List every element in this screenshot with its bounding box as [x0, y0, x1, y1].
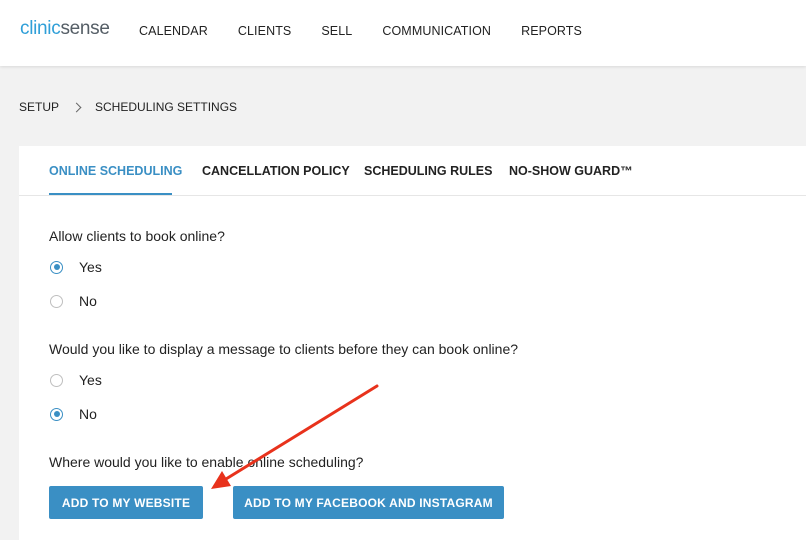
- clinicsense-logo[interactable]: clinicsense: [20, 18, 110, 40]
- tab-scheduling-rules[interactable]: SCHEDULING RULES: [364, 164, 492, 178]
- breadcrumb-setup[interactable]: SETUP: [19, 100, 59, 114]
- radio-label-no: No: [79, 406, 97, 422]
- logo-text-clinic: clinic: [20, 18, 61, 39]
- radio-display-message-no[interactable]: No: [50, 406, 97, 422]
- tab-cancellation-policy[interactable]: CANCELLATION POLICY: [202, 164, 350, 178]
- radio-selected-icon[interactable]: [50, 407, 63, 421]
- question-display-message: Would you like to display a message to c…: [49, 341, 519, 357]
- question-enable-where: Where would you like to enable online sc…: [49, 454, 364, 470]
- nav-clients[interactable]: CLIENTS: [238, 24, 292, 38]
- tab-no-show-guard[interactable]: NO-SHOW GUARD™: [509, 164, 633, 178]
- radio-selected-icon[interactable]: [50, 260, 63, 274]
- breadcrumb-current: SCHEDULING SETTINGS: [95, 100, 238, 114]
- radio-unselected-icon[interactable]: [50, 294, 63, 308]
- add-to-website-button[interactable]: ADD TO MY WEBSITE: [49, 486, 203, 519]
- radio-label-yes: Yes: [79, 372, 102, 388]
- nav-communication[interactable]: COMMUNICATION: [382, 24, 491, 38]
- radio-label-no: No: [79, 293, 97, 309]
- radio-unselected-icon[interactable]: [50, 373, 63, 387]
- add-to-facebook-instagram-button[interactable]: ADD TO MY FACEBOOK AND INSTAGRAM: [233, 486, 504, 519]
- question-book-online: Allow clients to book online?: [49, 228, 225, 244]
- nav-reports[interactable]: REPORTS: [521, 24, 582, 38]
- settings-tabs: ONLINE SCHEDULING CANCELLATION POLICY SC…: [19, 146, 806, 196]
- top-navigation-bar: clinicsense CALENDAR CLIENTS SELL COMMUN…: [0, 0, 806, 66]
- tab-online-scheduling[interactable]: ONLINE SCHEDULING: [49, 164, 182, 178]
- radio-book-online-no[interactable]: No: [50, 293, 97, 309]
- logo-text-sense: sense: [60, 18, 110, 39]
- nav-sell[interactable]: SELL: [321, 24, 352, 38]
- radio-book-online-yes[interactable]: Yes: [50, 259, 102, 275]
- chevron-right-icon: [71, 102, 82, 112]
- nav-calendar[interactable]: CALENDAR: [139, 24, 208, 38]
- active-tab-indicator: [49, 193, 172, 195]
- breadcrumb: SETUP SCHEDULING SETTINGS: [19, 100, 237, 114]
- main-nav: CALENDAR CLIENTS SELL COMMUNICATION REPO…: [139, 24, 612, 38]
- radio-label-yes: Yes: [79, 259, 102, 275]
- settings-card: ONLINE SCHEDULING CANCELLATION POLICY SC…: [19, 146, 806, 540]
- radio-display-message-yes[interactable]: Yes: [50, 372, 102, 388]
